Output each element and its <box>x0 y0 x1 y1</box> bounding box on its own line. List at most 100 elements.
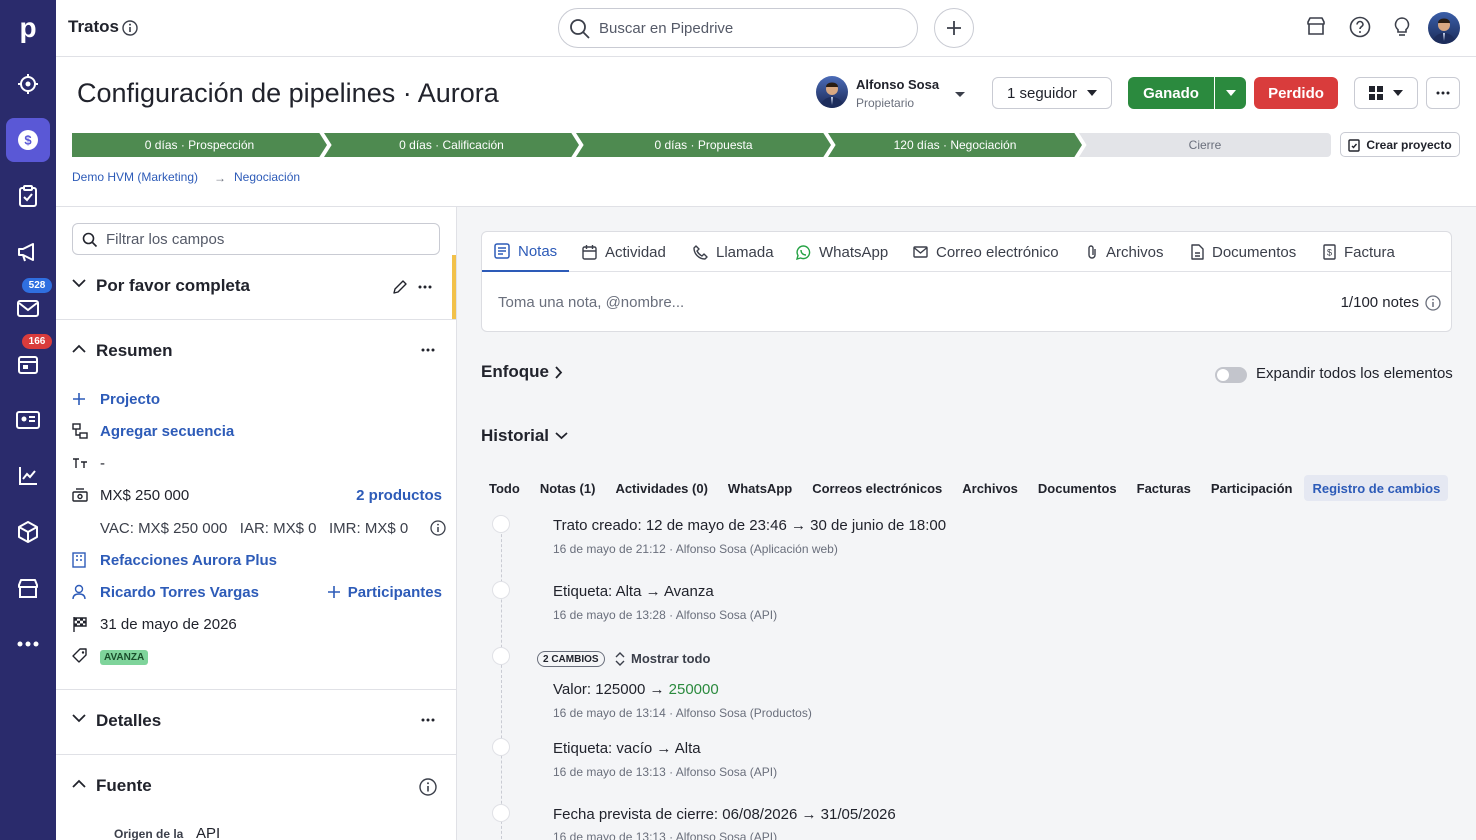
tab-documents[interactable]: Documentos <box>1191 232 1296 272</box>
owner-avatar[interactable] <box>816 76 848 108</box>
tab-invoice[interactable]: $ Factura <box>1323 232 1395 272</box>
lost-button[interactable]: Perdido <box>1254 77 1338 109</box>
label-badge[interactable]: AVANZA <box>100 650 149 665</box>
filter-documents[interactable]: Documentos <box>1030 475 1125 501</box>
caret-down-icon[interactable] <box>954 91 966 99</box>
chevron-down-icon <box>555 432 568 440</box>
section-source[interactable]: Fuente <box>56 757 456 817</box>
user-avatar[interactable] <box>1428 12 1460 44</box>
summary-person-row[interactable]: Ricardo Torres Vargas Participantes <box>72 580 442 604</box>
more-icon[interactable] <box>421 348 435 352</box>
rail-focus-icon[interactable] <box>0 56 56 112</box>
filter-activities[interactable]: Actividades (0) <box>607 475 715 501</box>
filter-changelog[interactable]: Registro de cambios <box>1304 475 1449 501</box>
info-icon[interactable] <box>122 20 138 36</box>
rail-contacts-icon[interactable] <box>0 392 56 448</box>
search-icon <box>570 19 590 39</box>
history-entry: Fecha prevista de cierre: 06/08/2026 → 3… <box>553 806 896 823</box>
filter-notes[interactable]: Notas (1) <box>532 475 604 501</box>
won-options-button[interactable] <box>1215 77 1246 109</box>
tab-activity[interactable]: Actividad <box>582 232 666 272</box>
section-complete[interactable]: Por favor completa <box>56 257 456 317</box>
products-link[interactable]: 2 productos <box>356 487 442 504</box>
add-sequence-link[interactable]: Agregar secuencia <box>100 423 234 440</box>
more-actions-button[interactable] <box>1426 77 1460 109</box>
focus-section-toggle[interactable]: Enfoque <box>481 362 563 382</box>
project-link[interactable]: Projecto <box>100 391 160 408</box>
rail-more-icon[interactable] <box>0 616 56 672</box>
info-icon[interactable] <box>1425 294 1441 311</box>
tab-notes[interactable]: Notas <box>482 232 570 272</box>
stage-calificacion[interactable]: 0 días · Calificación <box>324 133 579 157</box>
lightbulb-icon[interactable] <box>1393 16 1411 38</box>
won-button[interactable]: Ganado <box>1128 77 1214 109</box>
pipedrive-logo[interactable]: p <box>0 0 56 56</box>
summary-organization-row[interactable]: Refacciones Aurora Plus <box>72 548 442 572</box>
rail-products-icon[interactable] <box>0 504 56 560</box>
filter-files[interactable]: Archivos <box>954 475 1026 501</box>
rail-marketplace-icon[interactable] <box>0 560 56 616</box>
filter-whatsapp[interactable]: WhatsApp <box>720 475 800 501</box>
pencil-icon[interactable] <box>392 279 408 295</box>
source-origin-value[interactable]: API <box>196 825 220 840</box>
tab-email[interactable]: Correo electrónico <box>913 232 1059 272</box>
filter-fields-input[interactable]: Filtrar los campos <box>72 223 440 255</box>
tab-label: Archivos <box>1106 243 1164 261</box>
rail-mail-icon[interactable]: 528 <box>0 278 56 336</box>
expand-all-toggle[interactable] <box>1215 367 1247 383</box>
more-icon[interactable] <box>418 285 432 289</box>
history-entry: Etiqueta: Alta → Avanza <box>553 583 714 600</box>
rail-campaigns-icon[interactable] <box>0 224 56 280</box>
section-summary[interactable]: Resumen <box>56 322 456 382</box>
breadcrumb-pipeline[interactable]: Demo HVM (Marketing) <box>72 170 198 184</box>
history-section-toggle[interactable]: Historial <box>481 426 568 446</box>
summary-value-row[interactable]: MX$ 250 000 2 productos <box>72 483 442 507</box>
rail-projects-icon[interactable] <box>0 168 56 224</box>
top-bar: Tratos Buscar en Pipedrive <box>56 0 1476 57</box>
show-all-button[interactable]: Mostrar todo <box>615 651 710 666</box>
person-link[interactable]: Ricardo Torres Vargas <box>100 584 259 601</box>
entry-from: 125000 <box>595 681 646 698</box>
summary-label-row[interactable]: AVANZA <box>72 644 442 668</box>
rail-insights-icon[interactable] <box>0 448 56 504</box>
add-participants-button[interactable]: Participantes <box>327 584 442 601</box>
global-search-input[interactable]: Buscar en Pipedrive <box>558 8 918 48</box>
filter-emails[interactable]: Correos electrónicos <box>804 475 950 501</box>
owner-name[interactable]: Alfonso Sosa <box>856 77 939 92</box>
marketplace-icon[interactable] <box>1306 16 1326 36</box>
rail-activities-icon[interactable]: 166 <box>0 334 56 392</box>
info-icon[interactable] <box>430 520 446 536</box>
stage-propuesta[interactable]: 0 días · Propuesta <box>576 133 831 157</box>
quick-add-button[interactable] <box>934 8 974 48</box>
timeline-line <box>501 519 502 840</box>
summary-close-date-row[interactable]: 31 de mayo de 2026 <box>72 612 442 636</box>
tab-call[interactable]: Llamada <box>693 232 774 272</box>
section-details[interactable]: Detalles <box>56 692 456 752</box>
organization-link[interactable]: Refacciones Aurora Plus <box>100 552 277 569</box>
deal-title[interactable]: Configuración de pipelines · Aurora <box>77 78 499 109</box>
summary-project-row[interactable]: Projecto <box>72 387 442 411</box>
tab-whatsapp[interactable]: WhatsApp <box>796 232 888 272</box>
tab-files[interactable]: Archivos <box>1086 232 1164 272</box>
filter-all[interactable]: Todo <box>481 475 528 501</box>
entry-from: 12 de mayo de 23:46 <box>645 517 787 534</box>
stage-prospeccion[interactable]: 0 días · Prospección <box>72 133 327 157</box>
view-switcher-button[interactable] <box>1354 77 1418 109</box>
create-project-button[interactable]: Crear proyecto <box>1340 132 1460 157</box>
info-icon[interactable] <box>419 778 437 796</box>
rail-deals-icon[interactable]: $ <box>0 112 56 168</box>
money-icon <box>72 488 88 502</box>
follower-button[interactable]: 1 seguidor <box>992 77 1112 109</box>
summary-title-row[interactable]: - <box>72 451 442 475</box>
filter-participation[interactable]: Participación <box>1203 475 1301 501</box>
stage-cierre[interactable]: Cierre <box>1079 133 1331 157</box>
calendar-icon <box>582 244 597 260</box>
more-icon[interactable] <box>421 718 435 722</box>
filter-invoices[interactable]: Facturas <box>1129 475 1199 501</box>
stage-negociacion[interactable]: 120 días · Negociación <box>828 133 1082 157</box>
breadcrumb-stage[interactable]: Negociación <box>234 170 300 184</box>
tab-label: WhatsApp <box>819 243 889 261</box>
help-icon[interactable] <box>1349 16 1371 38</box>
note-input[interactable]: Toma una nota, @nombre... <box>498 294 684 311</box>
summary-sequence-row[interactable]: Agregar secuencia <box>72 419 442 443</box>
